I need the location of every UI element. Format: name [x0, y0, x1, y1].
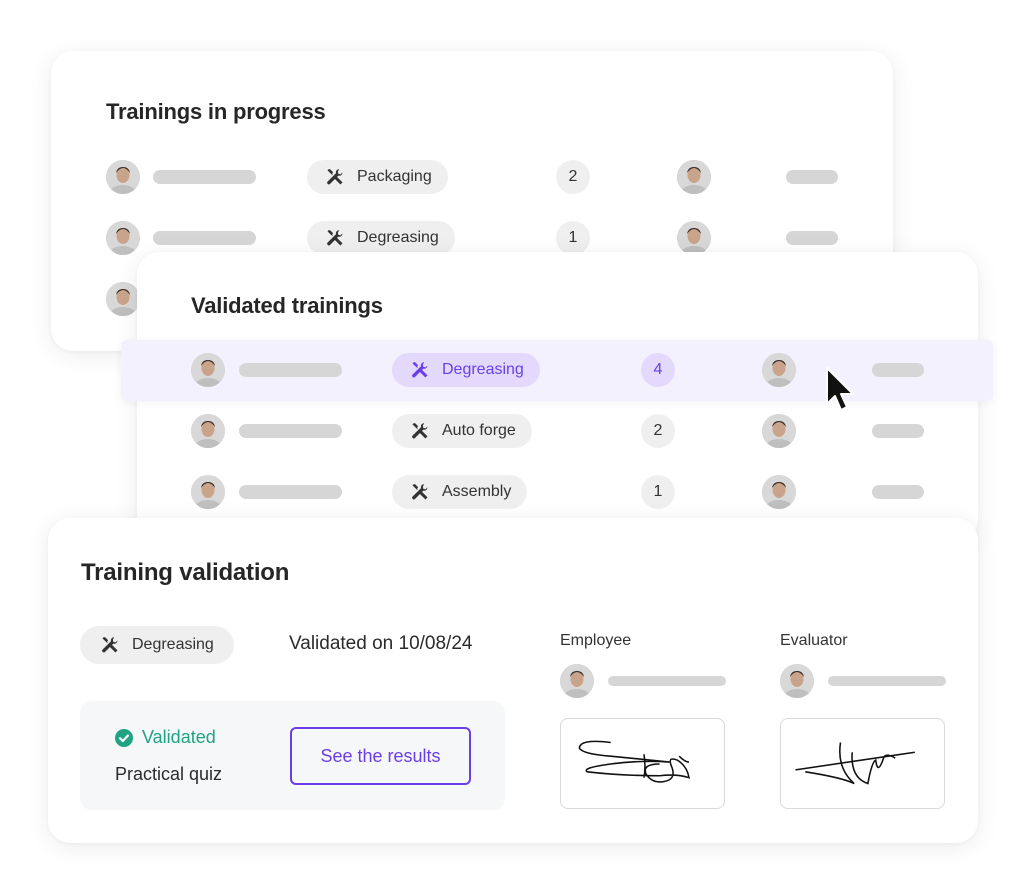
training-name: Degreasing [357, 229, 439, 246]
employee-name-placeholder [608, 676, 726, 686]
employee-signature [560, 718, 725, 809]
quiz-label: Practical quiz [115, 764, 223, 784]
card-title: Trainings in progress [106, 99, 326, 124]
trainer-avatar [762, 414, 796, 448]
trainee-avatar [106, 160, 140, 194]
evaluator-avatar [780, 664, 814, 698]
mouse-pointer-icon [826, 367, 854, 411]
card-title: Training validation [81, 559, 290, 586]
trainee-avatar [191, 353, 225, 387]
validation-date: Validated on 10/08/24 [289, 633, 473, 654]
trainer-avatar [677, 221, 711, 255]
training-name: Auto forge [442, 422, 516, 439]
training-name: Degreasing [132, 636, 214, 653]
tools-icon [410, 482, 430, 502]
count-badge: 1 [556, 221, 590, 255]
training-pill[interactable]: Degreasing [392, 353, 540, 387]
evaluator-signature [780, 718, 945, 809]
tools-icon [410, 360, 430, 380]
date-placeholder [786, 231, 838, 245]
training-validation-card: Training validation Degreasing Validated… [48, 518, 978, 843]
training-pill[interactable]: Packaging [307, 160, 448, 194]
trainer-avatar [762, 475, 796, 509]
count-badge: 2 [556, 160, 590, 194]
validated-status: Validated [115, 727, 216, 748]
employee-avatar [560, 664, 594, 698]
date-placeholder [872, 485, 924, 499]
name-placeholder [239, 485, 342, 499]
see-results-button[interactable]: See the results [290, 727, 471, 785]
count-badge: 1 [641, 475, 675, 509]
tools-icon [410, 421, 430, 441]
evaluator-name-placeholder [828, 676, 946, 686]
quiz-result-box: Validated Practical quiz See the results [80, 701, 505, 810]
name-placeholder [239, 424, 342, 438]
training-name: Degreasing [442, 361, 524, 378]
date-placeholder [786, 170, 838, 184]
evaluator-label: Evaluator [780, 632, 848, 649]
card-title: Validated trainings [191, 293, 383, 318]
training-pill[interactable]: Degreasing [80, 626, 234, 664]
date-placeholder [872, 424, 924, 438]
training-name: Assembly [442, 483, 512, 500]
trainee-avatar [191, 475, 225, 509]
tools-icon [100, 635, 120, 655]
status-label: Validated [142, 727, 216, 747]
training-name: Packaging [357, 168, 432, 185]
tools-icon [325, 228, 345, 248]
name-placeholder [153, 170, 256, 184]
trainee-avatar [106, 221, 140, 255]
tools-icon [325, 167, 345, 187]
name-placeholder [239, 363, 342, 377]
count-badge: 2 [641, 414, 675, 448]
check-circle-icon [115, 728, 133, 747]
count-badge: 4 [641, 353, 675, 387]
employee-label: Employee [560, 632, 632, 649]
trainer-avatar [762, 353, 796, 387]
name-placeholder [153, 231, 256, 245]
training-pill[interactable]: Degreasing [307, 221, 455, 255]
training-pill[interactable]: Auto forge [392, 414, 532, 448]
date-placeholder [872, 363, 924, 377]
table-row[interactable]: Assembly 1 [137, 472, 978, 512]
table-row[interactable]: Packaging 2 [51, 157, 893, 197]
trainee-avatar [106, 282, 140, 316]
trainer-avatar [677, 160, 711, 194]
trainee-avatar [191, 414, 225, 448]
training-pill[interactable]: Assembly [392, 475, 528, 509]
